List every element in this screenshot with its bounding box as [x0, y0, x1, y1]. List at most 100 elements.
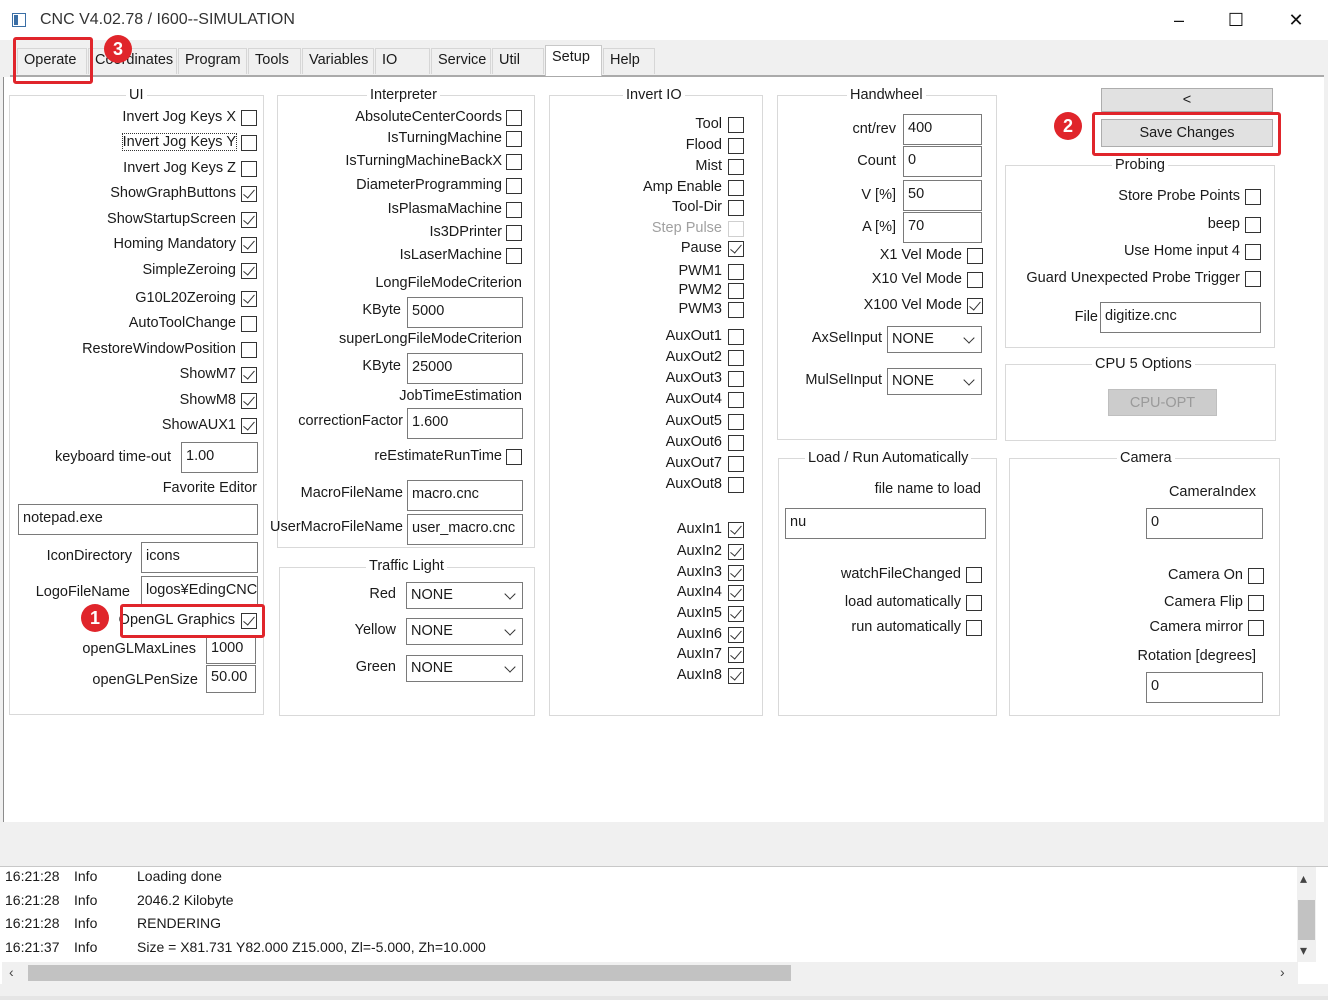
long-file-kbyte-input[interactable]: 5000 [407, 297, 523, 328]
invert-pause-checkbox[interactable] [728, 241, 744, 257]
show-graph-buttons-checkbox[interactable] [241, 186, 257, 202]
is-turning-machine-checkbox[interactable] [506, 131, 522, 147]
log-vertical-scroll-thumb[interactable] [1298, 900, 1315, 940]
invert-amp-enable-checkbox[interactable] [728, 180, 744, 196]
invert-auxin8-checkbox[interactable] [728, 668, 744, 684]
velocity-percent-input[interactable]: 50 [903, 180, 982, 211]
invert-pwm2-checkbox[interactable] [728, 283, 744, 299]
count-input[interactable]: 0 [903, 146, 982, 177]
tab-program[interactable]: Program [178, 48, 247, 74]
user-macro-filename-input[interactable]: user_macro.cnc [407, 514, 523, 545]
acceleration-percent-input[interactable]: 70 [903, 212, 982, 243]
tab-setup[interactable]: Setup [545, 45, 602, 76]
show-aux1-checkbox[interactable] [241, 418, 257, 434]
invert-auxout1-checkbox[interactable] [728, 329, 744, 345]
absolute-center-coords-checkbox[interactable] [506, 110, 522, 126]
minimize-button[interactable]: – [1156, 6, 1202, 34]
store-probe-points-checkbox[interactable] [1245, 189, 1261, 205]
camera-index-input[interactable]: 0 [1146, 508, 1263, 539]
reestimate-runtime-checkbox[interactable] [506, 449, 522, 465]
invert-jog-z-checkbox[interactable] [241, 161, 257, 177]
tab-tools[interactable]: Tools [248, 48, 301, 74]
invert-auxin1-checkbox[interactable] [728, 522, 744, 538]
scroll-down-icon[interactable]: ▾ [1300, 942, 1307, 959]
tab-util[interactable]: Util [492, 48, 544, 74]
g10l20-zeroing-checkbox[interactable] [241, 291, 257, 307]
invert-auxout8-checkbox[interactable] [728, 477, 744, 493]
x10-vel-mode-checkbox[interactable] [967, 272, 983, 288]
invert-auxout5-checkbox[interactable] [728, 414, 744, 430]
invert-auxout6-checkbox[interactable] [728, 435, 744, 451]
camera-on-checkbox[interactable] [1248, 568, 1264, 584]
back-button[interactable]: < [1101, 88, 1273, 112]
invert-auxout4-checkbox[interactable] [728, 392, 744, 408]
show-m7-checkbox[interactable] [241, 367, 257, 383]
watch-file-changed-checkbox[interactable] [966, 567, 982, 583]
traffic-red-select[interactable]: NONE [406, 582, 523, 609]
invert-auxin2-checkbox[interactable] [728, 544, 744, 560]
is-turning-machine-backx-checkbox[interactable] [506, 154, 522, 170]
rotation-degrees-input[interactable]: 0 [1146, 672, 1263, 703]
invert-auxin6-checkbox[interactable] [728, 627, 744, 643]
keyboard-timeout-input[interactable]: 1.00 [181, 442, 258, 473]
invert-auxin5-checkbox[interactable] [728, 606, 744, 622]
scroll-left-icon[interactable]: ‹ [9, 964, 14, 980]
invert-mist-checkbox[interactable] [728, 159, 744, 175]
beep-checkbox[interactable] [1245, 217, 1261, 233]
logo-filename-input[interactable]: logos¥EdingCNCL [141, 576, 258, 607]
x1-vel-mode-checkbox[interactable] [967, 248, 983, 264]
simple-zeroing-checkbox[interactable] [241, 263, 257, 279]
icon-directory-input[interactable]: icons [141, 542, 258, 573]
log-horizontal-scroll-thumb[interactable] [28, 965, 791, 981]
load-automatically-checkbox[interactable] [966, 595, 982, 611]
camera-mirror-checkbox[interactable] [1248, 620, 1264, 636]
diameter-programming-checkbox[interactable] [506, 178, 522, 194]
scroll-right-icon[interactable]: › [1280, 964, 1285, 980]
invert-tool-dir-checkbox[interactable] [728, 200, 744, 216]
file-name-to-load-input[interactable]: nu [785, 508, 986, 539]
invert-auxin4-checkbox[interactable] [728, 585, 744, 601]
super-long-file-kbyte-input[interactable]: 25000 [407, 353, 523, 384]
is-laser-machine-checkbox[interactable] [506, 248, 522, 264]
probe-file-input[interactable]: digitize.cnc [1100, 302, 1261, 333]
guard-unexpected-probe-trigger-checkbox[interactable] [1245, 271, 1261, 287]
invert-auxin3-checkbox[interactable] [728, 565, 744, 581]
tab-service[interactable]: Service [431, 48, 491, 74]
invert-auxout3-checkbox[interactable] [728, 371, 744, 387]
invert-auxout2-checkbox[interactable] [728, 350, 744, 366]
tab-coordinates[interactable]: Coordinates [88, 48, 177, 74]
restore-window-position-checkbox[interactable] [241, 342, 257, 358]
is-3d-printer-checkbox[interactable] [506, 225, 522, 241]
run-automatically-checkbox[interactable] [966, 620, 982, 636]
invert-auxout7-checkbox[interactable] [728, 456, 744, 472]
camera-flip-checkbox[interactable] [1248, 595, 1264, 611]
maximize-button[interactable]: ☐ [1213, 6, 1259, 34]
is-plasma-machine-checkbox[interactable] [506, 202, 522, 218]
traffic-yellow-select[interactable]: NONE [406, 618, 523, 645]
favorite-editor-input[interactable]: notepad.exe [18, 504, 258, 535]
invert-tool-checkbox[interactable] [728, 117, 744, 133]
auto-tool-change-checkbox[interactable] [241, 316, 257, 332]
invert-flood-checkbox[interactable] [728, 138, 744, 154]
invert-auxin7-checkbox[interactable] [728, 647, 744, 663]
use-home-input-4-checkbox[interactable] [1245, 244, 1261, 260]
macro-filename-input[interactable]: macro.cnc [407, 480, 523, 511]
tab-help[interactable]: Help [603, 48, 655, 74]
x100-vel-mode-checkbox[interactable] [967, 298, 983, 314]
invert-jog-y-checkbox[interactable] [241, 135, 257, 151]
correction-factor-input[interactable]: 1.600 [407, 408, 523, 439]
invert-pwm1-checkbox[interactable] [728, 264, 744, 280]
mulsel-input-select[interactable]: NONE [887, 368, 982, 395]
invert-jog-x-checkbox[interactable] [241, 110, 257, 126]
axsel-input-select[interactable]: NONE [887, 326, 982, 353]
cpu-opt-button[interactable]: CPU-OPT [1108, 389, 1217, 416]
tab-variables[interactable]: Variables [302, 48, 374, 74]
cnt-rev-input[interactable]: 400 [903, 114, 982, 145]
traffic-green-select[interactable]: NONE [406, 655, 523, 682]
show-startup-screen-checkbox[interactable] [241, 212, 257, 228]
scroll-up-icon[interactable]: ▴ [1300, 870, 1307, 887]
homing-mandatory-checkbox[interactable] [241, 237, 257, 253]
close-button[interactable]: ✕ [1273, 6, 1319, 34]
show-m8-checkbox[interactable] [241, 393, 257, 409]
opengl-max-lines-input[interactable]: 1000 [206, 636, 256, 664]
